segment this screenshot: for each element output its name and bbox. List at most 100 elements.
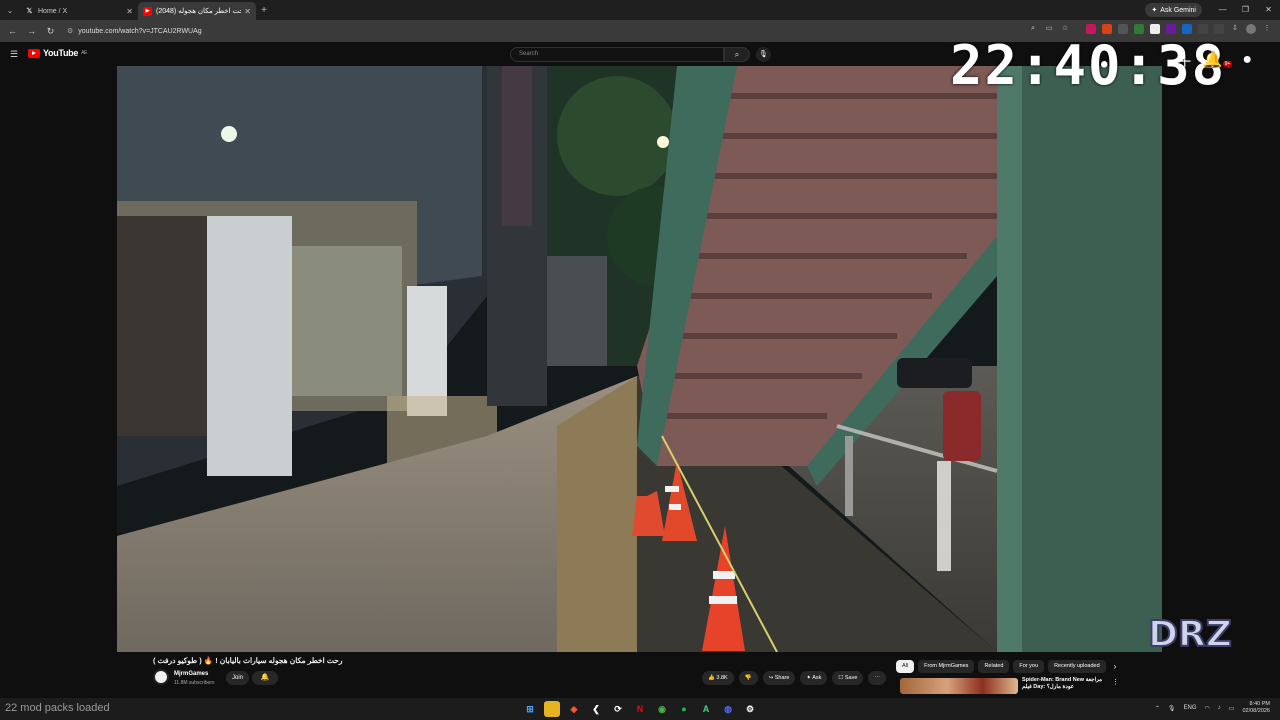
logo-region: AE <box>81 50 88 56</box>
tab-search-icon[interactable]: ⌄ <box>0 0 20 20</box>
system-time: 8:40 PM <box>1249 701 1270 707</box>
language-indicator[interactable]: ENG <box>1184 705 1197 711</box>
cast-icon[interactable]: ▭ <box>1044 24 1054 34</box>
channel-avatar[interactable] <box>153 669 169 685</box>
gemini-label: Ask Gemini <box>1160 6 1196 14</box>
menu-dots-icon[interactable]: ⋮ <box>1262 24 1272 34</box>
recommended-video-title[interactable]: Spider-Man: Brand New مراجعة فيلم Day: ع… <box>1022 677 1112 691</box>
mic-tray-icon[interactable]: 🎙 <box>1168 705 1176 712</box>
toolbar-icons: ⌕ ▭ ☆ ⇩ ⋮ <box>1028 24 1272 34</box>
chip-all[interactable]: All <box>896 660 915 673</box>
chip-for-you[interactable]: For you <box>1013 660 1045 673</box>
video-player[interactable] <box>117 66 1162 652</box>
extensions-puzzle-icon[interactable] <box>1214 24 1224 34</box>
file-explorer-icon[interactable] <box>544 701 560 717</box>
menu-icon[interactable]: ☰ <box>10 49 18 60</box>
ask-gemini-button[interactable]: ✦ Ask Gemini <box>1145 3 1202 17</box>
like-count: 3.8K <box>716 675 728 681</box>
search-button[interactable]: ⌕ <box>724 47 750 62</box>
recommended-more-icon[interactable]: ⋮ <box>1112 678 1119 686</box>
video-frame <box>117 66 1162 652</box>
chrome-icon[interactable]: ◉ <box>654 701 670 717</box>
window-controls: — ❐ ✕ <box>1211 0 1280 20</box>
extension-icon[interactable] <box>1198 24 1208 34</box>
more-actions-button[interactable]: ⋯ <box>868 671 886 685</box>
system-date: 02/08/2026 <box>1242 708 1270 714</box>
extension-icon[interactable] <box>1182 24 1192 34</box>
mod-status-text: 22 mod packs loaded <box>5 702 110 714</box>
notification-count: 9+ <box>1222 61 1233 67</box>
dislike-button[interactable]: 👎 <box>738 671 758 685</box>
wifi-icon[interactable]: ◠ <box>1205 705 1210 712</box>
windows-start-icon[interactable]: ⊞ <box>522 701 538 717</box>
close-tab-icon[interactable]: ✕ <box>126 7 133 16</box>
mic-icon[interactable]: 🎙 <box>756 47 771 62</box>
gemini-icon: ✦ <box>1151 7 1158 14</box>
tab-home-x[interactable]: 𝕏 Home / X ✕ <box>20 2 138 20</box>
video-info-panel: رحت اخطر مكان هجوله سيارات باليابان ! 🔥 … <box>0 652 1280 694</box>
url-field[interactable]: ⚙ youtube.com/watch?v=JTCAU2RWUAg <box>63 23 1003 39</box>
zoom-icon[interactable]: ⌕ <box>1028 24 1038 34</box>
system-clock[interactable]: 8:40 PM 02/08/2026 <box>1242 701 1270 715</box>
ask-button[interactable]: ✦ Ask <box>800 671 828 685</box>
share-icon: ↪ <box>768 675 774 681</box>
battery-icon[interactable]: ▭ <box>1229 705 1235 712</box>
new-tab-button[interactable]: + <box>256 5 272 16</box>
maximize-button[interactable]: ❐ <box>1234 0 1257 20</box>
save-button[interactable]: ☐ Save <box>832 671 864 685</box>
like-icon: 👍 <box>708 675 715 681</box>
netflix-icon[interactable]: N <box>632 701 648 717</box>
logo-text: YouTube <box>43 48 79 58</box>
reload-icon[interactable]: ↻ <box>44 26 57 37</box>
ask-icon: ✦ <box>806 675 812 681</box>
channel-name[interactable]: MjrmGames <box>174 671 208 677</box>
back-icon[interactable]: ← <box>6 26 19 36</box>
extension-icon[interactable] <box>1166 24 1176 34</box>
minimize-button[interactable]: — <box>1211 0 1234 20</box>
subscribe-bell-button[interactable]: 🔔 <box>252 671 278 685</box>
profile-avatar[interactable] <box>1246 24 1256 34</box>
close-tab-icon[interactable]: ✕ <box>244 7 251 16</box>
tray-expand-icon[interactable]: ⌃ <box>1155 705 1160 712</box>
windows-taskbar: 22 mod packs loaded ⊞ ◆ ❮ ⟳ N ◉ ● A ◍ ⚙ … <box>0 698 1280 720</box>
discord-icon[interactable]: ◍ <box>720 701 736 717</box>
extension-icon[interactable] <box>1102 24 1112 34</box>
chip-related[interactable]: Related <box>978 660 1010 673</box>
save-label: Save <box>844 675 858 681</box>
create-icon[interactable]: ＋ <box>1177 48 1193 72</box>
chip-from-channel[interactable]: From MjrmGames <box>918 660 975 673</box>
steam-icon[interactable]: ⚙ <box>742 701 758 717</box>
extension-icon[interactable] <box>1134 24 1144 34</box>
search-input[interactable]: Search <box>510 47 724 62</box>
chevron-right-icon[interactable]: › <box>1114 660 1117 673</box>
extension-icon[interactable] <box>1118 24 1128 34</box>
join-button[interactable]: Join <box>226 671 250 685</box>
app-icon[interactable]: A <box>698 701 714 717</box>
extension-icon[interactable] <box>1150 24 1160 34</box>
app-icon[interactable]: ❮ <box>588 701 604 717</box>
bookmark-star-icon[interactable]: ☆ <box>1060 24 1070 34</box>
notifications-bell-icon[interactable]: 🔔 9+ <box>1203 50 1233 70</box>
app-icon[interactable]: ⟳ <box>610 701 626 717</box>
forward-icon[interactable]: → <box>25 26 38 36</box>
extension-icon[interactable] <box>1086 24 1096 34</box>
user-avatar[interactable]: ● <box>1242 51 1252 69</box>
chip-recently-uploaded[interactable]: Recently uploaded <box>1048 660 1106 673</box>
video-actions: 👍 3.8K 👎 ↪ Share ✦ Ask ☐ Save ⋯ <box>702 671 886 685</box>
spotify-icon[interactable]: ● <box>676 701 692 717</box>
tab-youtube[interactable]: ▶ (2048) رحت اخطر مكان هجوله ... ✕ <box>138 2 256 20</box>
youtube-logo[interactable]: YouTube AE <box>28 48 87 58</box>
brave-icon[interactable]: ◆ <box>566 701 582 717</box>
downloads-icon[interactable]: ⇩ <box>1230 24 1240 34</box>
like-button[interactable]: 👍 3.8K <box>702 671 734 685</box>
volume-icon[interactable]: ♪ <box>1218 705 1221 711</box>
share-button[interactable]: ↪ Share <box>762 671 796 685</box>
close-window-button[interactable]: ✕ <box>1257 0 1280 20</box>
recommended-video-thumbnail[interactable] <box>900 678 1018 694</box>
more-icon: ⋯ <box>874 675 880 681</box>
site-info-icon[interactable]: ⚙ <box>67 27 73 35</box>
youtube-icon: ▶ <box>143 6 152 16</box>
share-label: Share <box>774 675 790 681</box>
url-text: youtube.com/watch?v=JTCAU2RWUAg <box>78 27 202 35</box>
tab-title: (2048) رحت اخطر مكان هجوله ... <box>156 8 241 15</box>
